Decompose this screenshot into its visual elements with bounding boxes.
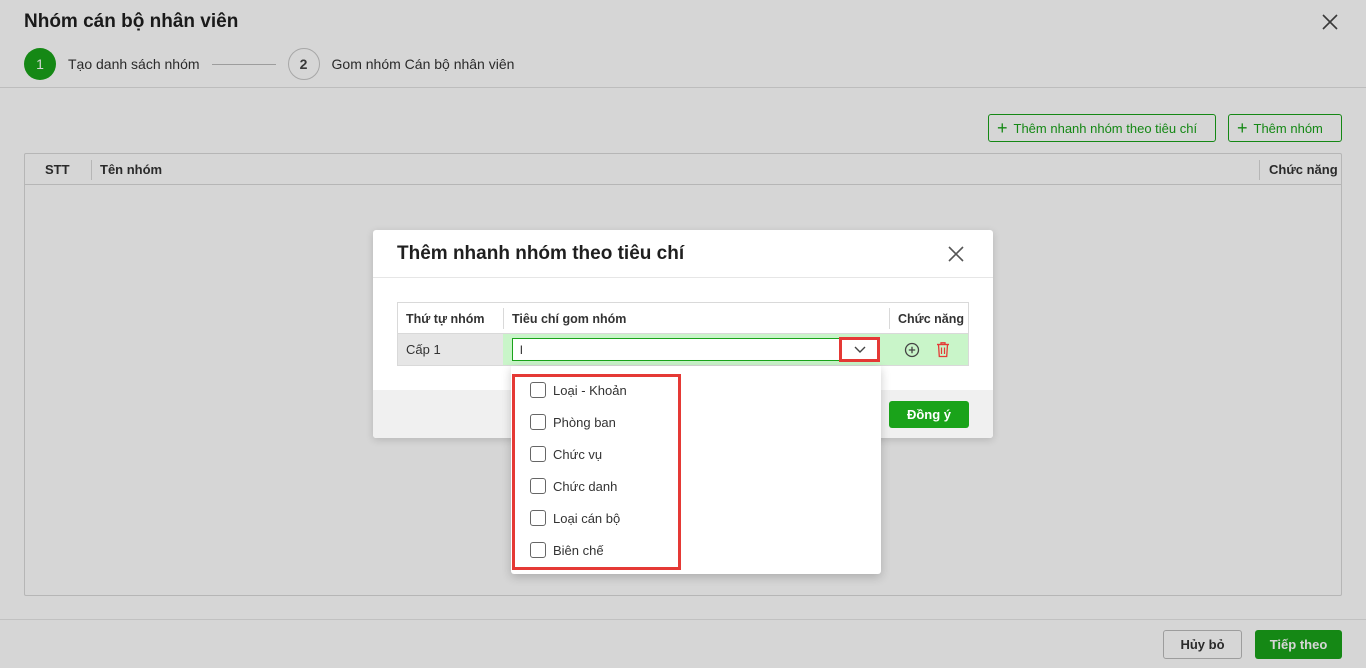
criteria-combo-input[interactable]: l: [512, 338, 842, 361]
option-label: Loại cán bộ: [553, 510, 621, 526]
criteria-table: Thứ tự nhóm Tiêu chí gom nhóm Chức năng …: [397, 302, 969, 366]
option-label: Phòng ban: [553, 414, 616, 430]
column-divider: [503, 308, 504, 329]
close-icon[interactable]: [947, 245, 965, 263]
plus-circle-icon[interactable]: [904, 342, 920, 358]
column-divider: [889, 308, 890, 329]
option-phong-ban[interactable]: Phòng ban: [530, 410, 616, 434]
option-label: Loại - Khoản: [553, 382, 627, 398]
column-group-order: Thứ tự nhóm: [406, 312, 485, 326]
agree-button[interactable]: Đồng ý: [889, 401, 969, 428]
checkbox-icon[interactable]: [530, 478, 546, 494]
modal-divider: [373, 277, 993, 278]
checkbox-icon[interactable]: [530, 542, 546, 558]
option-bien-che[interactable]: Biên chế: [530, 538, 604, 562]
option-loai-can-bo[interactable]: Loại cán bộ: [530, 506, 620, 530]
modal-title: Thêm nhanh nhóm theo tiêu chí: [397, 243, 685, 264]
row-cells: l: [503, 334, 968, 365]
option-label: Chức vụ: [553, 446, 603, 462]
checkbox-icon[interactable]: [530, 382, 546, 398]
checkbox-icon[interactable]: [530, 446, 546, 462]
column-function: Chức năng: [898, 312, 964, 326]
group-order-cell: Cấp 1: [398, 334, 503, 365]
column-grouping-criteria: Tiêu chí gom nhóm: [512, 312, 627, 326]
checkbox-icon[interactable]: [530, 510, 546, 526]
table-row: Cấp 1 l: [398, 334, 968, 365]
criteria-dropdown: Loại - Khoản Phòng ban Chức vụ Chức danh…: [511, 366, 881, 574]
option-label: Biên chế: [553, 542, 604, 558]
trash-icon[interactable]: [935, 341, 951, 358]
option-loai-khoan[interactable]: Loại - Khoản: [530, 378, 627, 402]
option-label: Chức danh: [553, 478, 618, 494]
chevron-down-icon: [854, 346, 865, 353]
criteria-table-header: Thứ tự nhóm Tiêu chí gom nhóm Chức năng: [398, 303, 968, 334]
option-chuc-vu[interactable]: Chức vụ: [530, 442, 602, 466]
criteria-dropdown-toggle[interactable]: [839, 337, 880, 362]
checkbox-icon[interactable]: [530, 414, 546, 430]
option-chuc-danh[interactable]: Chức danh: [530, 474, 617, 498]
